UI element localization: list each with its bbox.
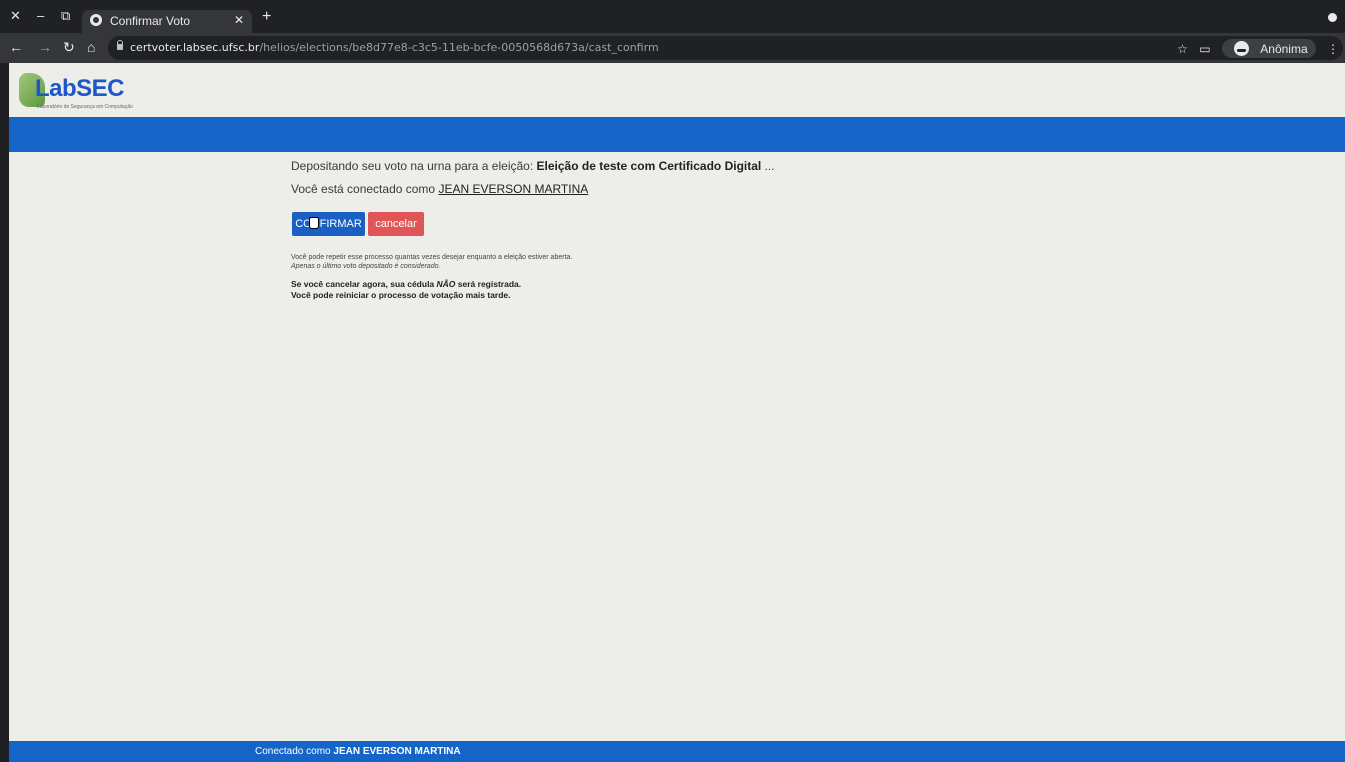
tab-close-icon[interactable]: ✕ [234,13,244,27]
cancel-warning: Se você cancelar agora, sua cédula NÃO s… [291,279,522,300]
menu-kebab-icon[interactable]: ⋮ [1327,42,1339,56]
header-banner [9,117,1345,152]
last-vote-note: Apenas o último voto depositado é consid… [291,263,441,270]
election-name: Eleição de teste com Certificado Digital [536,159,762,173]
address-bar[interactable]: certvoter.labsec.ufsc.br/helios/election… [108,36,1343,60]
globe-icon [90,14,102,26]
restart-note: Você pode reiniciar o processo de votaçã… [291,290,511,300]
window-minimize-icon[interactable]: – [37,8,44,24]
browser-toolbar: ← → ↻ ⌂ certvoter.labsec.ufsc.br/helios/… [0,33,1345,63]
action-buttons: CONFIRMAR cancelar [291,212,991,236]
labsec-logo[interactable]: LabSEC Laboratório de Segurança em Compu… [19,71,149,113]
web-page: LabSEC Laboratório de Segurança em Compu… [9,63,1345,762]
forward-arrow-icon[interactable]: → [38,39,52,55]
new-tab-icon[interactable]: + [262,8,271,26]
hand-cursor-icon [309,217,319,229]
user-name-link[interactable]: JEAN EVERSON MARTINA [438,182,588,196]
reload-icon[interactable]: ↻ [63,39,75,56]
bookmark-star-icon[interactable]: ☆ [1177,42,1188,56]
repeat-process-note: Você pode repetir esse processo quantas … [291,254,573,261]
window-restore-icon[interactable]: ⧉ [61,8,70,24]
window-close-icon[interactable]: ✕ [10,8,21,24]
deposit-statement: Depositando seu voto na urna para a elei… [291,159,775,173]
cast-icon[interactable]: ▭ [1199,42,1210,56]
connected-statement: Você está conectado como JEAN EVERSON MA… [291,182,589,196]
confirm-button[interactable]: CONFIRMAR [292,212,365,236]
logo-text: LabSEC [35,75,125,102]
logo-subtitle: Laboratório de Segurança em Computação [37,104,133,110]
url-text[interactable]: certvoter.labsec.ufsc.br/helios/election… [130,41,659,54]
footer-bar: Conectado como JEAN EVERSON MARTINA [9,741,1345,762]
cast-confirm-panel: Depositando seu voto na urna para a elei… [291,159,991,301]
incognito-icon [1233,41,1249,57]
cancel-button[interactable]: cancelar [368,212,424,236]
lock-icon[interactable] [117,40,123,50]
tab-title: Confirmar Voto [110,14,191,28]
browser-tab[interactable]: Confirmar Voto ✕ [82,10,252,34]
incognito-profile-button[interactable]: Anônima [1221,39,1316,59]
profile-label: Anônima [1260,41,1308,56]
browser-tab-bar: ✕ – ⧉ Confirmar Voto ✕ + [0,0,1345,34]
footer-user-name: JEAN EVERSON MARTINA [333,746,461,757]
tab-search-icon[interactable] [1328,13,1337,22]
footer-connected-text: Conectado como JEAN EVERSON MARTINA [255,746,461,757]
home-icon[interactable]: ⌂ [87,39,95,55]
back-arrow-icon[interactable]: ← [9,39,23,55]
